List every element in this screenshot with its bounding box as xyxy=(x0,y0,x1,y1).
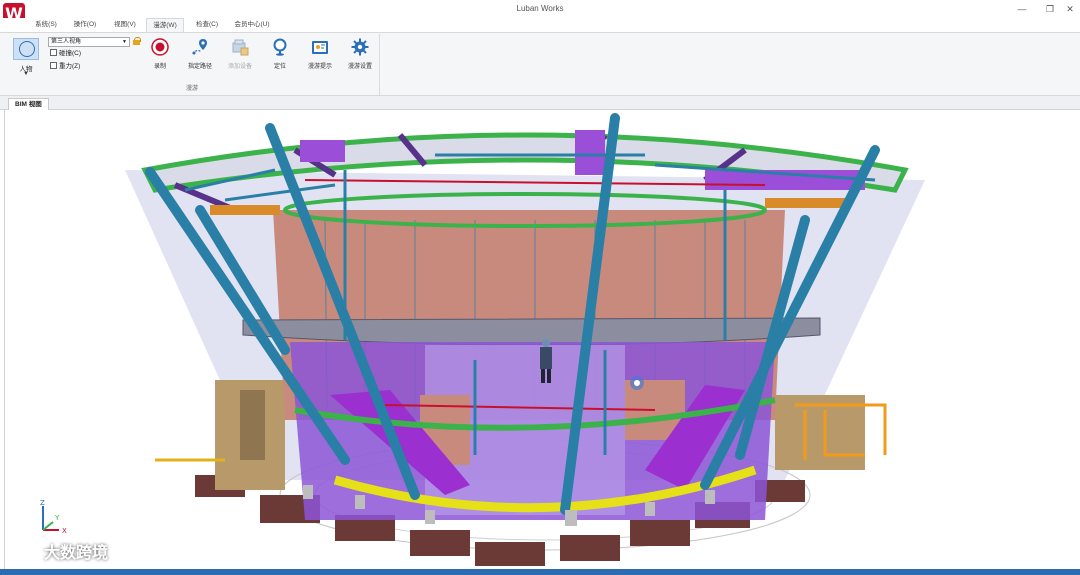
person-icon xyxy=(13,38,39,60)
record-button[interactable]: 录制 xyxy=(141,38,179,78)
view-mode-select[interactable]: 第三人视角 ▼ xyxy=(48,37,130,47)
lock-icon[interactable] xyxy=(133,37,141,45)
record-label: 录制 xyxy=(153,64,166,70)
left-wing-opening xyxy=(240,390,265,460)
view-mode-value: 第三人视角 xyxy=(51,39,82,45)
axis-y-label: Y xyxy=(54,514,60,522)
path-icon xyxy=(192,39,207,55)
add-device-button[interactable]: 添加设备 xyxy=(221,38,259,78)
record-icon xyxy=(151,38,169,56)
collision-checkbox[interactable]: 碰撞(C) xyxy=(50,49,81,59)
checkbox-icon xyxy=(50,49,57,56)
ribbon: 人物 ▼ 第三人视角 ▼ 碰撞(C) 重力(Z) 录制 指定路径 添加设备 定位… xyxy=(0,32,1080,96)
watermark-logo-icon xyxy=(11,547,39,560)
minimize-button[interactable]: — xyxy=(1012,2,1032,16)
path-label: 指定路径 xyxy=(187,64,212,70)
roam-group-label: 漫游 xyxy=(185,86,198,92)
bim-viewport[interactable]: Z Y X xyxy=(4,110,1080,569)
menu-bar: 系统(S) 操作(O) 视图(V) 漫游(W) 检查(C) 会员中心(U) xyxy=(0,18,1080,32)
axis-triad: Z Y X xyxy=(40,499,67,535)
roam-group: 人物 ▼ 第三人视角 ▼ 碰撞(C) 重力(Z) 录制 指定路径 添加设备 定位… xyxy=(4,34,380,95)
checkbox-icon xyxy=(50,62,57,69)
axis-x-label: X xyxy=(62,527,67,535)
roam-tip-button[interactable]: 漫游提示 xyxy=(301,38,339,78)
roam-settings-label: 漫游设置 xyxy=(347,64,372,70)
tab-system[interactable]: 系统(S) xyxy=(30,18,62,32)
watermark: 大数跨境 xyxy=(10,541,108,567)
tab-bim-view[interactable]: BIM 视图 xyxy=(8,98,49,110)
close-button[interactable]: ✕ xyxy=(1060,2,1080,16)
watermark-text: 大数跨境 xyxy=(44,545,109,562)
status-bar xyxy=(0,569,1080,575)
roam-settings-icon xyxy=(351,38,369,56)
gravity-checkbox[interactable]: 重力(Z) xyxy=(50,62,80,72)
collision-label: 碰撞(C) xyxy=(59,50,82,57)
bim-3d-model[interactable]: Z Y X xyxy=(5,110,1080,569)
tab-operation[interactable]: 操作(O) xyxy=(68,18,102,32)
window-title: Luban Works xyxy=(516,4,564,13)
chevron-down-icon: ▼ xyxy=(122,39,127,45)
title-bar: Luban Works — ❐ ✕ xyxy=(0,0,1080,25)
gravity-label: 重力(Z) xyxy=(59,63,81,70)
add-device-icon xyxy=(232,39,249,56)
person-button[interactable]: 人物 ▼ xyxy=(8,36,44,80)
maximize-button[interactable]: ❐ xyxy=(1040,2,1060,16)
tab-member-center[interactable]: 会员中心(U) xyxy=(228,18,276,32)
tab-check[interactable]: 检查(C) xyxy=(190,18,224,32)
roam-tip-icon xyxy=(312,41,328,54)
tab-roam[interactable]: 漫游(W) xyxy=(146,18,184,32)
locate-marker-icon[interactable] xyxy=(630,376,644,390)
add-device-label: 添加设备 xyxy=(227,64,252,70)
path-button[interactable]: 指定路径 xyxy=(181,38,219,78)
axis-z-label: Z xyxy=(40,499,45,507)
locate-label: 定位 xyxy=(273,64,286,70)
document-tab-bar: BIM 视图 xyxy=(0,96,1080,110)
chevron-down-icon: ▼ xyxy=(23,71,29,77)
tab-view[interactable]: 视图(V) xyxy=(108,18,142,32)
roam-settings-button[interactable]: 漫游设置 xyxy=(341,38,379,78)
roam-tip-label: 漫游提示 xyxy=(307,64,332,70)
locate-icon xyxy=(273,38,287,56)
locate-button[interactable]: 定位 xyxy=(261,38,299,78)
